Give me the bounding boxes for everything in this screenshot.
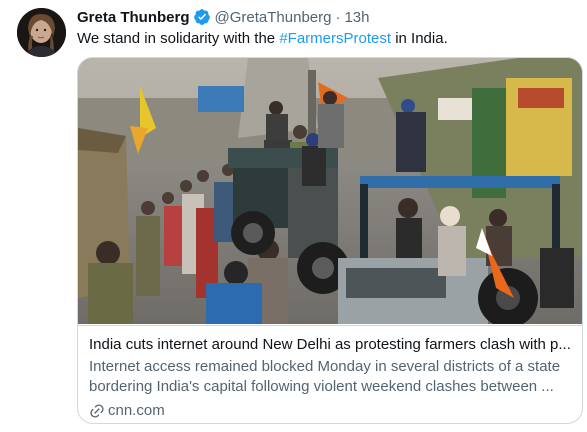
- card-image[interactable]: [78, 58, 582, 324]
- card-description-line-2: bordering India's capital following viol…: [89, 378, 554, 395]
- tweet-header: Greta Thunberg @GretaThunberg · 13h: [77, 7, 370, 27]
- card-body[interactable]: India cuts internet around New Delhi as …: [78, 325, 582, 419]
- author-handle[interactable]: @GretaThunberg: [215, 9, 332, 26]
- verified-badge-icon: [193, 8, 211, 26]
- author-name[interactable]: Greta Thunberg: [77, 9, 190, 26]
- photo-farmers-tractors-icon: [78, 58, 582, 324]
- card-description-line-1: Internet access remained blocked Monday …: [89, 358, 561, 375]
- link-card[interactable]: India cuts internet around New Delhi as …: [77, 57, 583, 424]
- card-domain-text[interactable]: cnn.com: [108, 401, 165, 421]
- link-icon: [89, 403, 105, 419]
- tweet-text-before: We stand in solidarity with the: [77, 30, 280, 47]
- card-description: Internet access remained blocked Monday …: [89, 357, 573, 397]
- hashtag-link[interactable]: #FarmersProtest: [279, 30, 391, 47]
- card-title[interactable]: India cuts internet around New Delhi as …: [89, 335, 573, 355]
- timestamp[interactable]: 13h: [344, 9, 369, 26]
- avatar-image: [17, 8, 66, 57]
- separator-dot: ·: [335, 8, 341, 26]
- tweet[interactable]: Greta Thunberg @GretaThunberg · 13h We s…: [0, 0, 587, 432]
- tweet-text: We stand in solidarity with the #Farmers…: [77, 29, 448, 49]
- avatar[interactable]: [17, 8, 66, 57]
- tweet-text-after: in India.: [391, 30, 448, 47]
- card-domain[interactable]: cnn.com: [89, 401, 165, 421]
